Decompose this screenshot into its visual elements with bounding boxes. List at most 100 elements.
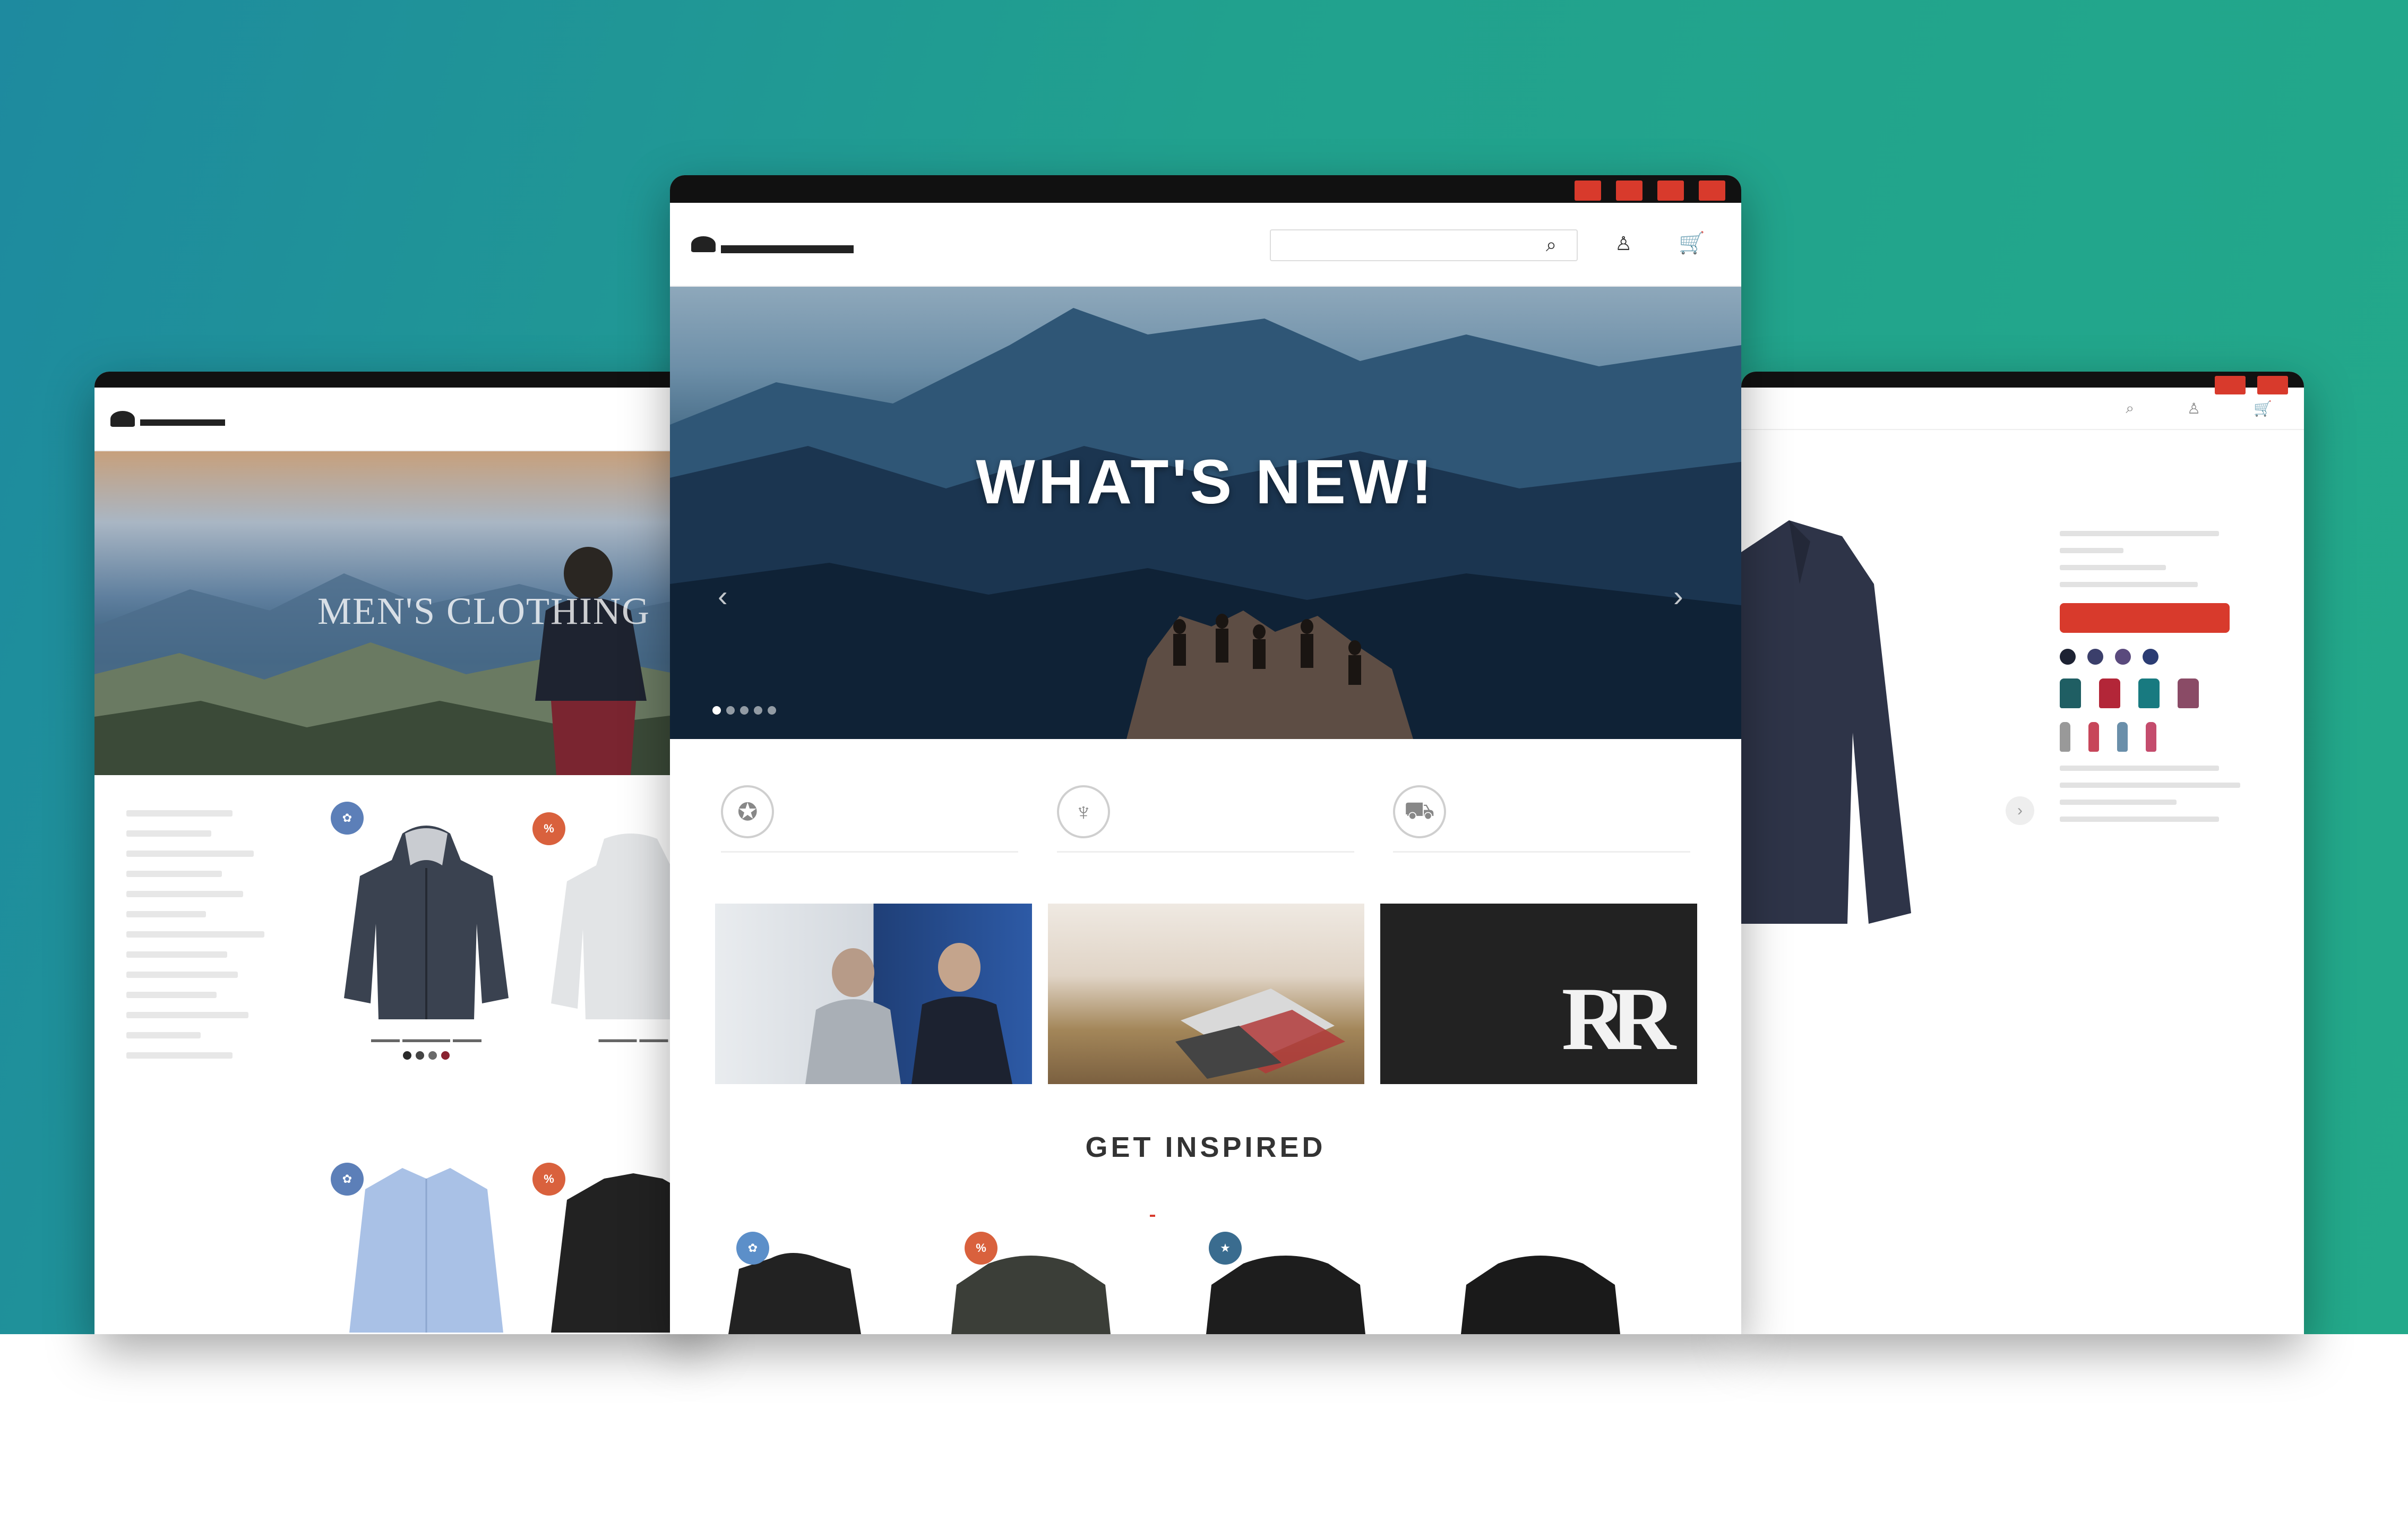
logo-mark-icon	[110, 411, 135, 427]
chevron-right-icon[interactable]: ›	[1673, 579, 1683, 613]
inspired-tab-3[interactable]	[1256, 1193, 1261, 1217]
product-card[interactable]	[339, 1157, 514, 1334]
color-option[interactable]	[2115, 649, 2131, 665]
feature-item: ⛟	[1392, 785, 1690, 853]
hooded-jacket-image	[344, 826, 509, 1019]
logo-mark-icon	[691, 236, 716, 252]
center-topbar-links	[1574, 181, 1725, 201]
carousel-dot[interactable]	[768, 706, 776, 715]
eco-badge-icon: ✿	[331, 1163, 364, 1196]
color-option[interactable]	[2143, 649, 2158, 665]
style-thumbnail[interactable]	[2060, 722, 2070, 752]
user-icon[interactable]: ♙	[1615, 233, 1632, 255]
user-icon[interactable]: ♙	[2187, 400, 2200, 417]
swatch[interactable]	[416, 1051, 424, 1060]
detail-line	[2060, 582, 2198, 587]
logo-wordmark: ▬▬▬▬	[140, 407, 225, 431]
style-thumbnail[interactable]	[2178, 678, 2199, 708]
filter-row[interactable]	[126, 851, 254, 857]
product-card[interactable]: ▬▬▬ ▬▬▬▬▬ ▬▬▬	[339, 818, 514, 1060]
topbar-link-3[interactable]	[1657, 181, 1684, 201]
center-logo[interactable]: ▬▬▬▬▬	[691, 229, 854, 260]
carousel-dot[interactable]	[754, 706, 762, 715]
carousel-dot[interactable]	[712, 706, 721, 715]
hero-title: WHAT'S NEW!	[976, 447, 1435, 517]
inspired-tab-1[interactable]	[1150, 1193, 1156, 1217]
style-thumbnail[interactable]	[2138, 678, 2160, 708]
style-thumbnails	[2060, 722, 2283, 752]
carousel-dot[interactable]	[740, 706, 749, 715]
inspired-tab-2[interactable]	[1203, 1193, 1208, 1217]
filter-row[interactable]	[126, 992, 217, 998]
sale-badge-icon: %	[532, 812, 565, 845]
color-option[interactable]	[2060, 649, 2076, 665]
detail-line	[2060, 565, 2166, 570]
promo-tile-suits[interactable]	[715, 904, 1032, 1084]
hero-carousel: WHAT'S NEW! ‹ ›	[670, 287, 1741, 739]
chevron-left-icon[interactable]: ‹	[718, 579, 728, 613]
feature-item: ♆	[1056, 785, 1354, 853]
carousel-dot[interactable]	[726, 706, 735, 715]
carousel-dots	[712, 706, 776, 715]
style-thumbnail[interactable]	[2146, 722, 2156, 752]
brand-monogram-logo: RR	[1561, 969, 1675, 1069]
filter-row[interactable]	[126, 810, 233, 817]
filter-row[interactable]	[126, 951, 227, 958]
filter-row[interactable]	[126, 1052, 233, 1059]
folded-apparel-image	[1175, 989, 1345, 1079]
center-topbar	[670, 175, 1741, 203]
swatch[interactable]	[428, 1051, 437, 1060]
style-thumbnail[interactable]	[2060, 678, 2081, 708]
detail-line	[2060, 783, 2240, 788]
filter-row[interactable]	[126, 871, 222, 877]
detail-line	[2060, 817, 2219, 822]
swatch[interactable]	[403, 1051, 411, 1060]
left-topbar	[94, 372, 705, 388]
left-logo[interactable]: ▬▬▬▬	[110, 407, 225, 431]
style-thumbnail[interactable]	[2117, 722, 2128, 752]
search-icon[interactable]: ⌕	[1546, 234, 1556, 256]
search-icon[interactable]: ⌕	[2126, 400, 2134, 417]
topbar-link-4[interactable]	[1698, 181, 1725, 201]
filter-row[interactable]	[126, 830, 211, 837]
product-image	[1741, 520, 2007, 926]
search-input[interactable]	[1270, 229, 1578, 261]
swatch[interactable]	[441, 1051, 450, 1060]
topbar-link-2[interactable]	[1615, 181, 1642, 201]
eco-badge-icon: ✿	[736, 1232, 769, 1265]
style-thumbnails	[2060, 678, 2283, 708]
color-option[interactable]	[2087, 649, 2103, 665]
style-thumbnail[interactable]	[2088, 722, 2099, 752]
cart-icon[interactable]: 🛒	[2254, 400, 2272, 417]
cart-icon[interactable]: 🛒	[1679, 230, 1705, 255]
filter-row[interactable]	[126, 911, 206, 917]
sale-badge-icon: %	[532, 1163, 565, 1196]
left-hero-banner: MEN'S CLOTHING	[94, 451, 705, 775]
bottom-white-band	[0, 1334, 2408, 1529]
promo-tile-brand[interactable]: RR	[1380, 904, 1698, 1084]
sale-badge-icon: %	[965, 1232, 997, 1265]
topbar-link-1[interactable]	[1574, 181, 1601, 201]
left-hero-text: MEN'S CLOTHING	[317, 590, 650, 632]
promo-tile-apparel[interactable]	[1047, 904, 1365, 1084]
filter-row[interactable]	[126, 1032, 201, 1038]
add-to-cart-button[interactable]	[2060, 603, 2230, 633]
detail-line	[2060, 800, 2177, 805]
navy-quarter-zip-image	[1741, 520, 1911, 924]
star-badge-icon: ★	[1209, 1232, 1242, 1265]
trophy-icon: ♆	[1056, 785, 1110, 838]
category-page-preview: ▬▬▬▬ MEN'S CLOTHING ▬▬▬ ▬▬▬▬▬ ▬▬▬ ✿ ▬▬▬▬…	[94, 372, 705, 1334]
filter-row[interactable]	[126, 891, 243, 897]
next-image-arrow-icon[interactable]: ›	[2006, 796, 2034, 825]
filter-row[interactable]	[126, 1012, 248, 1018]
filter-row[interactable]	[126, 931, 264, 938]
product-name: ▬▬▬ ▬▬▬▬▬ ▬▬▬	[371, 1034, 481, 1044]
inspired-product-row: ✿ % ★	[670, 1232, 1741, 1334]
feature-strip: ✪ ♆ ⛟	[670, 739, 1741, 898]
style-thumbnail[interactable]	[2099, 678, 2120, 708]
right-topbar	[1741, 372, 2304, 394]
detail-line	[2060, 548, 2123, 553]
filter-row[interactable]	[126, 972, 238, 978]
product-page-preview: ⌕ ♙ 🛒 ›	[1741, 372, 2304, 1334]
inspired-section-title: GET INSPIRED	[1085, 1131, 1326, 1163]
